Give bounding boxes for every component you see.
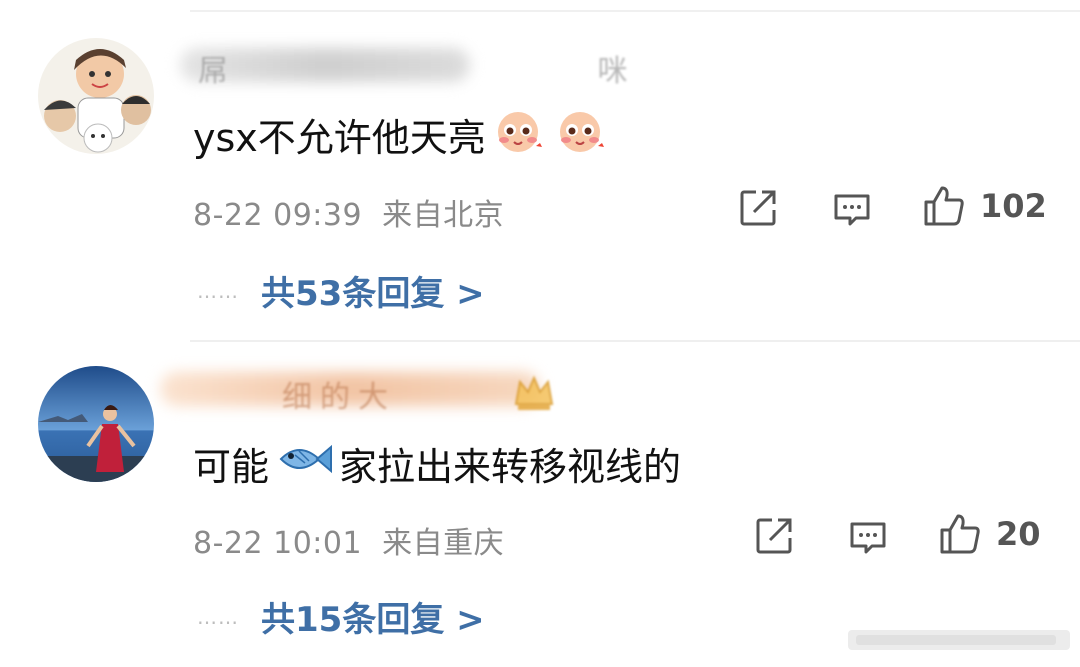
comment-text: ysx不允许他天亮 <box>193 104 608 165</box>
avatar[interactable] <box>38 38 154 154</box>
comment-divider <box>190 340 1080 342</box>
view-replies-link[interactable]: 共53条回复 > <box>261 266 485 315</box>
watermark <box>848 627 1070 653</box>
like-count: 102 <box>980 187 1047 225</box>
replies-row[interactable]: …… 共53条回复 > <box>197 266 485 315</box>
comment-body-part2: 家拉出来转移视线的 <box>339 445 682 489</box>
like-icon <box>924 186 964 226</box>
reply-dots: …… <box>197 604 239 629</box>
username[interactable]: 屌 咪 <box>198 46 808 90</box>
comment-time: 8-22 09:39 <box>193 198 363 233</box>
comment-meta: 8-22 10:01 来自重庆 <box>193 518 504 562</box>
comment-button[interactable] <box>832 190 872 230</box>
top-divider <box>190 10 1080 12</box>
share-button[interactable] <box>754 516 794 556</box>
like-button[interactable]: 102 <box>922 184 1047 228</box>
share-icon <box>740 190 776 226</box>
vip-badge-icon <box>512 374 556 418</box>
share-button[interactable] <box>738 188 778 228</box>
comment-icon <box>850 522 886 554</box>
view-replies-link[interactable]: 共15条回复 > <box>261 592 485 641</box>
avatar[interactable] <box>38 366 154 482</box>
comment-text: 可能 家拉出来转移视线的 <box>193 436 681 491</box>
comment-location: 来自北京 <box>382 198 505 233</box>
comment-body: ysx不允许他天亮 <box>193 116 486 160</box>
comment-button[interactable] <box>848 518 888 558</box>
share-icon <box>756 518 792 554</box>
like-button[interactable]: 20 <box>938 512 1041 556</box>
username[interactable]: 细的大 <box>282 372 396 416</box>
like-icon <box>940 514 980 554</box>
comment-meta: 8-22 09:39 来自北京 <box>193 190 504 234</box>
blushing-face-emoji <box>554 104 606 165</box>
reply-dots: …… <box>197 278 239 303</box>
comment-icon <box>834 194 870 226</box>
comment-time: 8-22 10:01 <box>193 526 363 561</box>
blushing-face-emoji <box>492 104 544 165</box>
comment-body-part1: 可能 <box>193 445 270 489</box>
like-count: 20 <box>996 515 1041 553</box>
comment-location: 来自重庆 <box>382 526 505 561</box>
replies-row[interactable]: …… 共15条回复 > <box>197 592 485 641</box>
fish-emoji <box>275 441 333 486</box>
